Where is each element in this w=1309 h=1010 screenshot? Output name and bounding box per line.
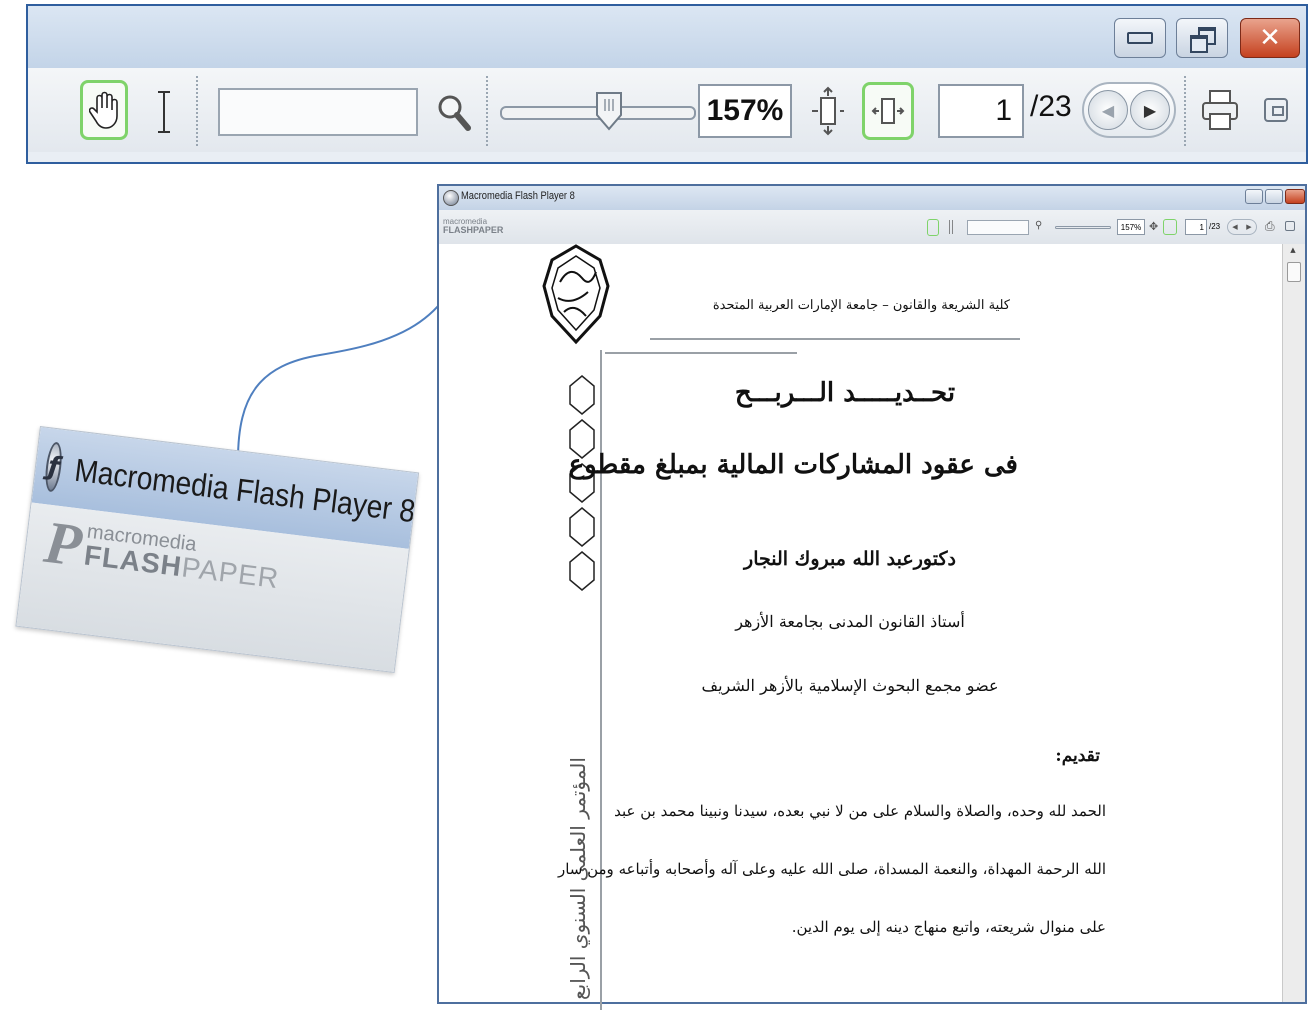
document-author: دكتورعبد الله مبروك النجار (744, 548, 956, 570)
document-title-line1: تحــديـــــد الـــربـــح (734, 378, 956, 408)
options-icon[interactable] (1264, 98, 1288, 122)
triangle-right-icon: ▶ (1143, 100, 1157, 120)
fit-width-button[interactable] (862, 82, 914, 140)
fit-width-button[interactable] (1163, 219, 1177, 235)
header-rule (650, 338, 1020, 340)
document-title-line2: فى عقود المشاركات المالية بمبلغ مقطوع (568, 450, 1018, 480)
zoom-slider[interactable] (1055, 226, 1111, 229)
window-title: Macromedia Flash Player 8 (461, 190, 575, 202)
flashpaper-logo: P macromedia FLASHPAPER (40, 508, 283, 595)
triangle-left-icon: ◀ (1101, 100, 1115, 120)
scroll-thumb[interactable] (1287, 262, 1301, 282)
vertical-scrollbar[interactable]: ▲ (1282, 244, 1305, 1002)
previous-page-button[interactable]: ◀ (1088, 90, 1128, 130)
paragraph-line: الله الرحمة المهداة، والنعمة المسداة، صل… (557, 860, 1106, 878)
zoom-level-field[interactable]: 157% (698, 84, 792, 138)
minimize-button[interactable] (1245, 189, 1263, 204)
page-total-label: /23 (1030, 90, 1072, 123)
triangle-left-icon[interactable]: ◀ (1232, 223, 1237, 231)
search-icon[interactable] (436, 92, 472, 132)
margin-rule (600, 350, 602, 1010)
page-navigation[interactable]: ◀ ▶ (1227, 219, 1257, 235)
options-icon[interactable] (1285, 221, 1295, 231)
text-cursor-icon (158, 91, 170, 133)
fit-page-icon[interactable] (810, 86, 846, 136)
toolbar-separator (196, 76, 198, 146)
author-affiliation-1: أستاذ القانون المدنى بجامعة الأزهر (735, 612, 965, 631)
intro-heading: تقديم: (1055, 746, 1100, 766)
zoomed-toolbar: 157% 1 /23 ◀ ▶ (28, 68, 1306, 152)
print-icon[interactable]: ⎙ (1265, 219, 1275, 234)
close-icon: ✕ (1259, 23, 1281, 53)
zoom-slider-thumb[interactable] (594, 90, 624, 132)
hand-icon (89, 91, 118, 129)
print-icon[interactable] (1200, 88, 1240, 132)
zoomed-logo-callout: ƒ Macromedia Flash Player 8 P macromedia… (15, 426, 420, 674)
minimize-icon (1127, 32, 1153, 44)
brand-big-label: FLASHPAPER (443, 225, 504, 235)
text-select-tool[interactable] (154, 90, 174, 134)
toolbar-separator (1184, 76, 1186, 146)
conference-seal-logo (542, 244, 610, 345)
hand-tool-button[interactable] (80, 80, 128, 140)
header-rule-short (605, 352, 797, 354)
flash-player-icon (443, 190, 459, 206)
window-toolbar: macromedia FLASHPAPER ⚲ 157% ✥ 1 /23 ◀ ▶ … (439, 210, 1305, 245)
flash-player-icon: ƒ (43, 441, 65, 493)
page-total-label: /23 (1209, 222, 1221, 231)
window-title-bar: Macromedia Flash Player 8 (439, 186, 1305, 211)
close-button[interactable]: ✕ (1240, 18, 1300, 58)
vertical-banner-wrap: المؤتمر العلمي السنوي الرابع (566, 757, 590, 1001)
search-input[interactable] (967, 220, 1029, 235)
text-select-tool[interactable] (949, 220, 953, 234)
zoomed-title-bar: ✕ (28, 6, 1306, 69)
next-page-button[interactable]: ▶ (1130, 90, 1170, 130)
decorative-chain (569, 375, 595, 591)
paragraph-line: على منوال شريعته، واتبع منهاج دينه إلى ي… (791, 918, 1106, 936)
restore-button[interactable] (1265, 189, 1283, 204)
scroll-up-icon[interactable]: ▲ (1285, 246, 1301, 260)
flashpaper-logo: macromedia FLASHPAPER (443, 218, 503, 235)
paragraph-line: الحمد لله وحده، والصلاة والسلام على من ل… (614, 802, 1106, 820)
flashpaper-mark-icon: P (40, 508, 86, 579)
search-icon[interactable]: ⚲ (1035, 220, 1042, 231)
fit-page-icon[interactable]: ✥ (1149, 220, 1158, 233)
restore-icon (1190, 27, 1216, 53)
author-affiliation-2: عضو مجمع البحوث الإسلامية بالأزهر الشريف (701, 676, 999, 695)
document-header: كلية الشريعة والقانون – جامعة الإمارات ا… (712, 298, 1010, 313)
hand-tool-button[interactable] (927, 219, 939, 236)
restore-button[interactable] (1176, 18, 1228, 58)
zoomed-toolbar-callout: ✕ 157% 1 /23 ◀ ▶ (26, 4, 1308, 164)
triangle-right-icon[interactable]: ▶ (1246, 223, 1251, 231)
vertical-conference-banner: المؤتمر العلمي السنوي الرابع (566, 757, 590, 1000)
search-input[interactable] (218, 88, 418, 136)
page-number-field[interactable]: 1 (1185, 219, 1207, 235)
minimize-button[interactable] (1114, 18, 1166, 58)
zoom-level-field[interactable]: 157% (1117, 219, 1145, 235)
page-navigation: ◀ ▶ (1082, 82, 1176, 138)
toolbar-separator (486, 76, 488, 146)
fit-width-icon (871, 98, 905, 124)
page-number-field[interactable]: 1 (938, 84, 1024, 138)
close-button[interactable] (1285, 189, 1305, 204)
